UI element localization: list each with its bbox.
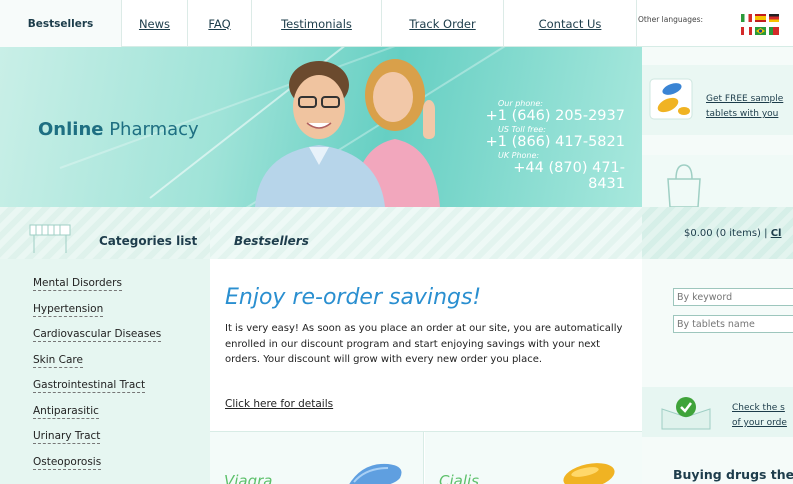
tab-label: Testimonials	[281, 16, 352, 31]
product-card[interactable]: Viagra	[210, 432, 424, 484]
free-samples-promo[interactable]: Get FREE sample tablets with you	[642, 65, 793, 135]
categories-title: Categories list	[99, 234, 198, 248]
phone-number: +44 (870) 471-8431	[513, 160, 625, 192]
product-card[interactable]: Cialis	[425, 432, 642, 484]
yellow-pill-icon	[563, 463, 615, 484]
search-tablets-input[interactable]	[673, 315, 793, 333]
section-title: Bestsellers	[234, 234, 309, 248]
pills-icon	[649, 78, 693, 120]
blue-pill-icon	[349, 463, 402, 484]
reorder-body: It is very easy! As soon as you place an…	[225, 323, 623, 365]
site-logo[interactable]: Online Pharmacy	[38, 119, 199, 140]
shelf-icon	[29, 224, 71, 253]
check-order-promo[interactable]: Check the s of your orde	[642, 387, 793, 437]
check-line: of your orde	[732, 418, 787, 428]
brazil-flag-icon[interactable]	[755, 27, 766, 35]
category-item[interactable]: Urinary Tract	[33, 430, 161, 456]
check-line: Check the s	[732, 403, 785, 413]
reorder-title: Enjoy re-order savings!	[225, 285, 482, 310]
tab-bestsellers[interactable]: Bestsellers	[0, 0, 122, 47]
tab-label: Track Order	[409, 16, 476, 31]
spain-flag-icon[interactable]	[755, 14, 766, 22]
main-content: Enjoy re-order savings! It is very easy!…	[210, 259, 642, 484]
tab-news[interactable]: News	[122, 0, 188, 47]
promo-line: tablets with you	[706, 109, 779, 119]
promo-line: Get FREE sample	[706, 94, 784, 104]
shopping-bag-area	[642, 155, 793, 207]
section-header: Bestsellers	[210, 207, 642, 259]
phone-label: UK Phone:	[498, 151, 540, 160]
germany-flag-icon[interactable]	[769, 14, 779, 22]
phone-number: +1 (866) 417-5821	[485, 134, 625, 150]
search-keyword-input[interactable]	[673, 288, 793, 306]
other-languages-label: Other languages:	[638, 15, 704, 24]
tab-label: News	[138, 16, 171, 31]
cart-link[interactable]: Cl	[771, 228, 782, 239]
categories-header: Categories list	[0, 207, 210, 259]
tab-label: FAQ	[208, 16, 231, 31]
product-row: Viagra Cialis	[210, 431, 642, 484]
check-order-link[interactable]: Check the s of your orde	[732, 401, 787, 431]
product-name: Viagra	[224, 472, 273, 484]
top-navigation: Bestsellers News FAQ Testimonials Track …	[0, 0, 793, 47]
phone-label: US Toll free:	[498, 125, 546, 134]
tab-contact-us[interactable]: Contact Us	[504, 0, 637, 47]
phone-numbers: Our phone: +1 (646) 205-2937 US Toll fre…	[480, 99, 625, 193]
free-samples-link[interactable]: Get FREE sample tablets with you	[706, 92, 783, 122]
category-item[interactable]: Antiparasitic	[33, 404, 161, 431]
category-item[interactable]: Skin Care	[33, 353, 161, 380]
cart-summary-bar: $0.00 (0 items) | Cl	[642, 207, 793, 259]
category-item[interactable]: Osteoporosis	[33, 455, 161, 482]
tab-testimonials[interactable]: Testimonials	[252, 0, 382, 47]
category-item[interactable]: Gastrointestinal Tract	[33, 379, 161, 405]
tab-track-order[interactable]: Track Order	[382, 0, 504, 47]
category-item[interactable]: Cardiovascular Diseases	[33, 328, 162, 354]
reorder-details-link[interactable]: Click here for details	[225, 398, 333, 410]
right-sidebar: Get FREE sample tablets with you $0.00 (…	[642, 47, 793, 484]
category-item[interactable]: Mental Disorders	[33, 277, 161, 303]
logo-text: Pharmacy	[103, 119, 199, 140]
logo-bold-text: Online	[38, 119, 104, 140]
cart-total: $0.00 (0 items) |	[684, 228, 771, 239]
tab-faq[interactable]: FAQ	[188, 0, 252, 47]
check-box-icon	[661, 397, 711, 430]
tab-label: Bestsellers	[27, 17, 94, 30]
portugal-flag-icon[interactable]	[769, 27, 779, 35]
phone-number: +1 (646) 205-2937	[485, 108, 625, 124]
phone-label: Our phone:	[498, 99, 543, 108]
buying-heading: Buying drugs the	[673, 467, 793, 482]
categories-list: Mental Disorders Hypertension Cardiovasc…	[0, 259, 210, 484]
canada-flag-icon[interactable]	[741, 27, 752, 35]
shopping-bag-icon	[667, 164, 701, 207]
language-selector: Other languages:	[637, 0, 793, 47]
category-item[interactable]: Hypertension	[33, 302, 161, 329]
tab-label: Contact Us	[538, 16, 602, 31]
cart-summary: $0.00 (0 items) | Cl	[684, 228, 781, 239]
people-photo	[255, 59, 440, 207]
product-name: Cialis	[439, 472, 479, 484]
italy-flag-icon[interactable]	[741, 14, 752, 22]
